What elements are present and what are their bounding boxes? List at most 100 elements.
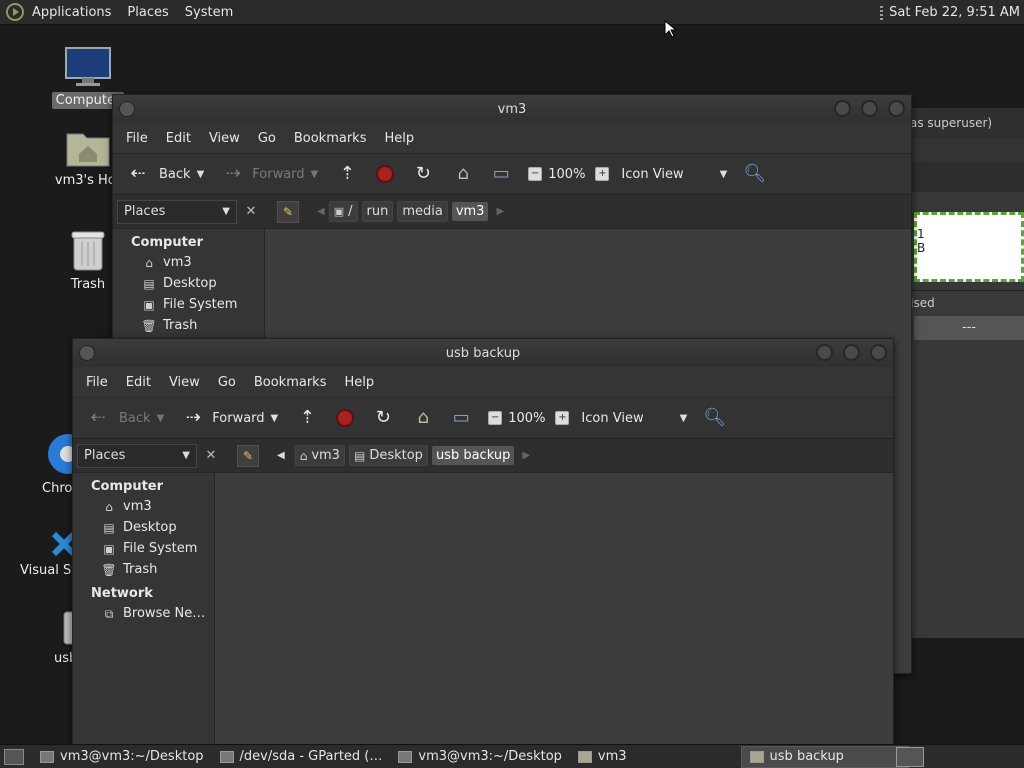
search-button[interactable]: 🔍︎ [697, 409, 731, 427]
sidebar-item-desktop[interactable]: ▤ Desktop [113, 273, 264, 294]
view-mode-select[interactable]: Icon View ▼ [615, 167, 733, 182]
minimize-button[interactable] [816, 344, 833, 361]
close-sidebar-button[interactable]: ✕ [239, 200, 263, 224]
partition-graph[interactable]: 1 B [914, 212, 1024, 282]
breadcrumb-vm3[interactable]: ⌂ vm3 [294, 445, 345, 466]
breadcrumb-desktop[interactable]: ▤ Desktop [348, 445, 428, 466]
menu-bookmarks[interactable]: Bookmarks [245, 375, 336, 390]
taskbar-item-vm3[interactable]: vm3 [570, 746, 635, 768]
menu-go[interactable]: Go [209, 375, 245, 390]
taskbar-item-terminal-2[interactable]: vm3@vm3:~/Desktop [390, 746, 570, 768]
menu-help[interactable]: Help [375, 131, 423, 146]
breadcrumb-run[interactable]: run [361, 201, 394, 222]
clock[interactable]: Sat Feb 22, 9:51 AM [889, 0, 1020, 25]
chevron-down-icon[interactable]: ▼ [311, 169, 319, 180]
sidebar-item-vm3[interactable]: ⌂ vm3 [113, 252, 264, 273]
close-button[interactable] [870, 344, 887, 361]
taskbar-item-terminal-1[interactable]: vm3@vm3:~/Desktop [32, 746, 212, 768]
sidebar-item-trash[interactable]: 🗑︎ Trash [73, 559, 214, 580]
back-button[interactable]: ⇠ Back ▼ [81, 409, 170, 427]
desktop-folder-icon: ▤ [143, 276, 155, 291]
file-view[interactable] [215, 473, 893, 745]
window-menu-icon[interactable] [119, 101, 135, 117]
workspace-switcher[interactable] [896, 747, 924, 767]
menu-edit[interactable]: Edit [117, 375, 160, 390]
edit-location-button[interactable]: ✎ [277, 200, 299, 223]
desktop-icon-chrome[interactable]: Chro [10, 432, 88, 497]
computer-button[interactable]: ▭ [444, 409, 478, 427]
up-button[interactable]: ⇡ [290, 409, 324, 427]
menu-file[interactable]: File [77, 375, 117, 390]
up-button[interactable]: ⇡ [330, 165, 364, 183]
maximize-button[interactable] [861, 100, 878, 117]
home-button[interactable]: ⌂ [446, 165, 480, 183]
zoom-in-button[interactable]: + [589, 167, 615, 181]
breadcrumb-left-arrow-icon[interactable]: ◀ [317, 206, 325, 217]
sidebar-item-file-system[interactable]: ▣ File System [113, 294, 264, 315]
applications-menu[interactable]: Applications [24, 0, 119, 25]
stop-button[interactable] [370, 165, 400, 183]
places-select[interactable]: Places ▼ [117, 199, 237, 224]
sidebar-item-file-system[interactable]: ▣ File System [73, 538, 214, 559]
reload-button[interactable]: ↻ [366, 409, 400, 427]
distro-logo-icon[interactable] [6, 3, 24, 21]
maximize-button[interactable] [843, 344, 860, 361]
menu-bookmarks[interactable]: Bookmarks [285, 131, 376, 146]
search-button[interactable]: 🔍︎ [737, 165, 771, 183]
window-titlebar[interactable]: vm3 [113, 95, 911, 123]
trash-icon: 🗑︎ [141, 318, 157, 333]
desktop-icon-vscode[interactable]: Visual Stu [14, 528, 85, 579]
chevron-down-icon[interactable]: ▼ [197, 169, 205, 180]
back-button[interactable]: ⇠ Back ▼ [121, 165, 210, 183]
chevron-down-icon: ▼ [719, 168, 728, 180]
home-button[interactable]: ⌂ [406, 409, 440, 427]
forward-button[interactable]: ⇢ Forward ▼ [216, 165, 324, 183]
chevron-down-icon[interactable]: ▼ [157, 413, 165, 424]
menu-view[interactable]: View [200, 131, 249, 146]
zoom-out-button[interactable]: − [522, 167, 548, 181]
menu-go[interactable]: Go [249, 131, 285, 146]
partition-row-used[interactable]: --- [914, 316, 1024, 340]
places-select[interactable]: Places ▼ [77, 443, 197, 468]
breadcrumb-vm3[interactable]: vm3 [451, 202, 489, 221]
taskbar-item-usb-backup[interactable]: usb backup [740, 745, 909, 768]
forward-button[interactable]: ⇢ Forward ▼ [176, 409, 284, 427]
system-menu[interactable]: System [177, 0, 241, 25]
breadcrumb-media[interactable]: media [397, 201, 448, 222]
minimize-button[interactable] [834, 100, 851, 117]
chevron-down-icon[interactable]: ▼ [271, 413, 279, 424]
menu-view[interactable]: View [160, 375, 209, 390]
menu-file[interactable]: File [117, 131, 157, 146]
menu-help[interactable]: Help [335, 375, 383, 390]
breadcrumb-usb-backup[interactable]: usb backup [431, 446, 515, 465]
close-button[interactable] [888, 100, 905, 117]
reload-icon: ↻ [415, 163, 431, 184]
menu-edit[interactable]: Edit [157, 131, 200, 146]
sidebar-item-browse-network[interactable]: ⧉ Browse Ne… [73, 603, 214, 624]
breadcrumb-right-arrow-icon[interactable]: ▶ [496, 206, 504, 217]
places-menu[interactable]: Places [119, 0, 176, 25]
file-manager-window-usb-backup[interactable]: usb backup File Edit View Go Bookmarks H… [72, 338, 894, 746]
show-desktop-icon[interactable] [4, 748, 24, 765]
sidebar: Computer ⌂ vm3 ▤ Desktop ▣ File System 🗑︎ Tr… [73, 473, 215, 745]
sidebar-item-desktop[interactable]: ▤ Desktop [73, 517, 214, 538]
window-menu-icon[interactable] [79, 345, 95, 361]
sidebar-item-vm3[interactable]: ⌂ vm3 [73, 496, 214, 517]
clock-area[interactable]: Sat Feb 22, 9:51 AM [880, 0, 1020, 25]
stop-button[interactable] [330, 409, 360, 427]
breadcrumb-left-arrow-icon[interactable]: ◀ [277, 450, 285, 461]
view-mode-select[interactable]: Icon View ▼ [575, 411, 693, 426]
breadcrumb-root[interactable]: ▣ / [328, 201, 358, 222]
computer-button[interactable]: ▭ [484, 165, 518, 183]
chevron-down-icon: ▼ [222, 206, 230, 217]
close-sidebar-button[interactable]: ✕ [199, 444, 223, 468]
zoom-out-button[interactable]: − [482, 411, 508, 425]
sidebar-item-trash[interactable]: 🗑︎ Trash [113, 315, 264, 336]
edit-location-button[interactable]: ✎ [237, 444, 259, 467]
zoom-in-button[interactable]: + [549, 411, 575, 425]
zoom-out-icon: − [528, 167, 543, 181]
taskbar-item-gparted[interactable]: /dev/sda - GParted (… [212, 746, 391, 768]
breadcrumb-right-arrow-icon[interactable]: ▶ [522, 450, 530, 461]
reload-button[interactable]: ↻ [406, 165, 440, 183]
window-titlebar[interactable]: usb backup [73, 339, 893, 367]
